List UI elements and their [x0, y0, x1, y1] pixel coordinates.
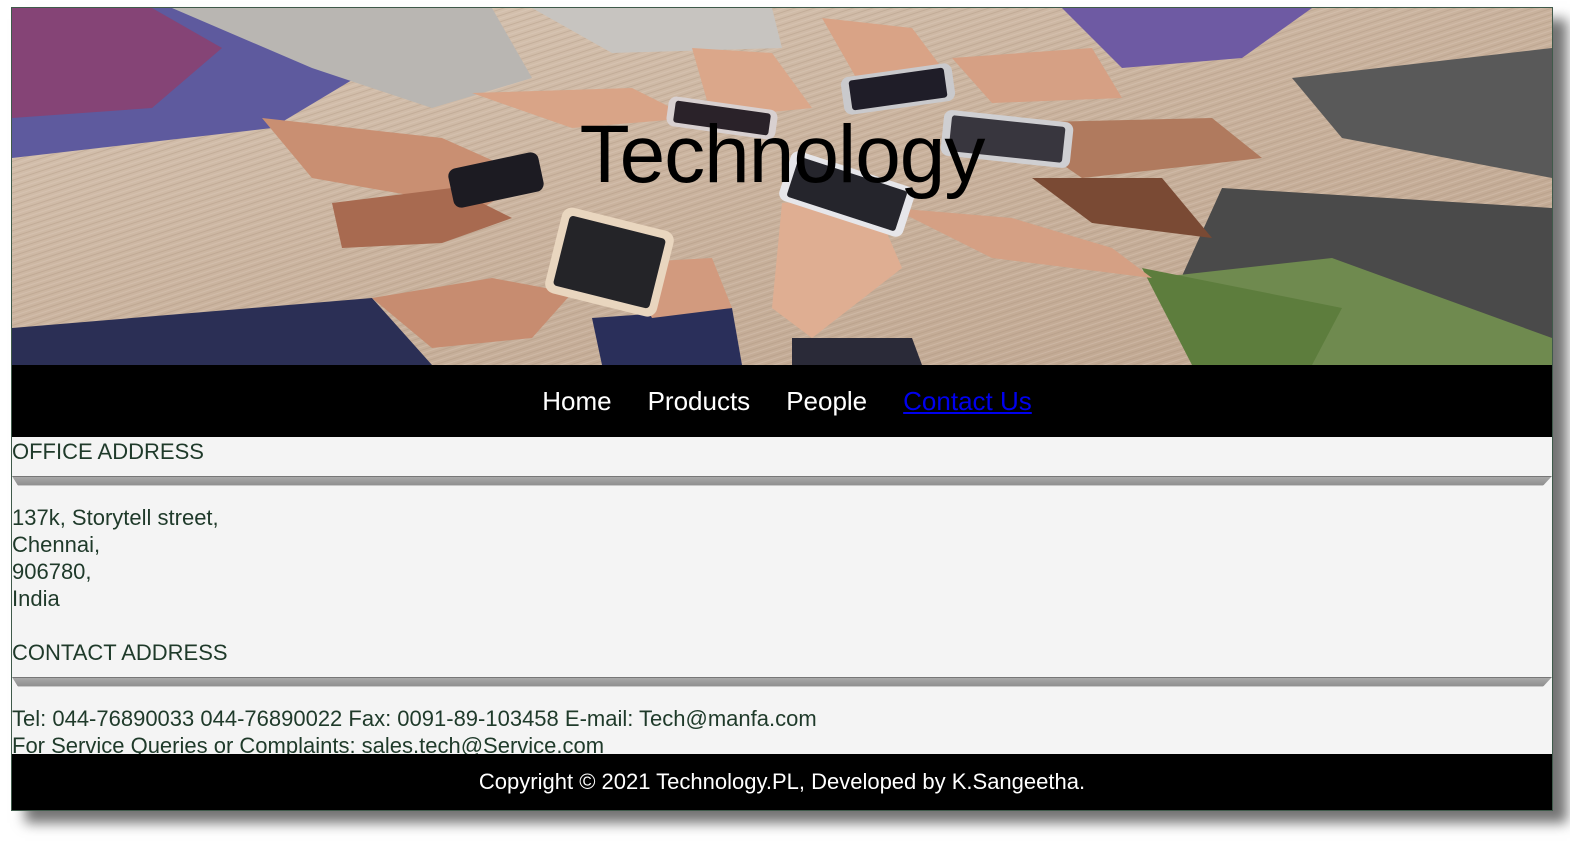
- contact-address-heading: CONTACT ADDRESS: [12, 640, 228, 665]
- office-address-heading: OFFICE ADDRESS: [12, 439, 204, 464]
- contact-content: OFFICE ADDRESS 137k, Storytell street, C…: [12, 437, 1552, 759]
- nav-link-home[interactable]: Home: [542, 386, 611, 417]
- address-line-country: India: [12, 586, 60, 611]
- contact-details: Tel: 044-76890033 044-76890022 Fax: 0091…: [12, 705, 1552, 759]
- office-address: 137k, Storytell street, Chennai, 906780,…: [12, 504, 1552, 612]
- address-line-street: 137k, Storytell street,: [12, 505, 219, 530]
- address-line-postcode: 906780,: [12, 559, 92, 584]
- section-divider: [12, 677, 1552, 687]
- hero-banner: Technology: [12, 8, 1552, 365]
- nav-link-contact-us[interactable]: Contact Us: [903, 386, 1032, 417]
- site-title: Technology: [579, 109, 986, 200]
- copyright-text: Copyright © 2021 Technology.PL, Develope…: [478, 769, 1086, 794]
- main-navbar: Home Products People Contact Us: [12, 365, 1552, 437]
- address-line-city: Chennai,: [12, 532, 101, 557]
- section-divider: [12, 476, 1552, 486]
- page-frame: Technology Home Products People Contact …: [11, 7, 1553, 811]
- contact-phone-fax-email: Tel: 044-76890033 044-76890022 Fax: 0091…: [12, 706, 817, 731]
- nav-link-people[interactable]: People: [786, 386, 867, 417]
- nav-link-products[interactable]: Products: [648, 386, 751, 417]
- site-footer: Copyright © 2021 Technology.PL, Develope…: [12, 754, 1552, 810]
